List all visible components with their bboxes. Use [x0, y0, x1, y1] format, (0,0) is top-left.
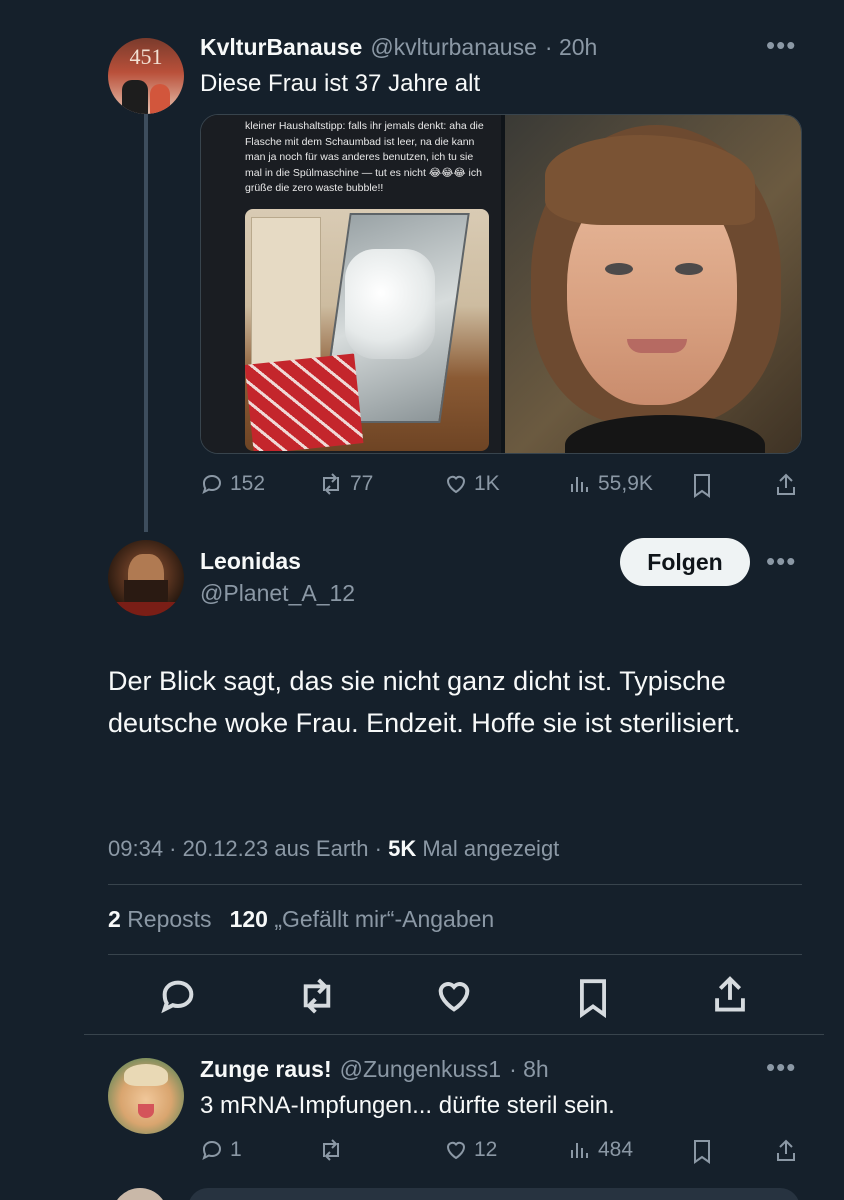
display-name[interactable]: Zunge raus! — [200, 1056, 332, 1083]
views-count: 484 — [598, 1138, 634, 1161]
more-icon[interactable]: ••• — [766, 548, 796, 574]
bookmark-action[interactable] — [690, 1138, 714, 1164]
bookmark-icon — [694, 474, 710, 498]
like-button[interactable] — [434, 976, 474, 1021]
like-icon — [446, 1141, 466, 1160]
repost-action[interactable] — [318, 1138, 350, 1162]
like-count: 12 — [474, 1138, 498, 1161]
screenshot-photo — [245, 209, 489, 451]
engagement-stats: 2 Reposts 120 „Gefällt mir“-Angaben — [108, 906, 494, 933]
reply-icon — [161, 980, 194, 1014]
views-icon — [571, 477, 588, 492]
share-icon — [777, 473, 795, 495]
media-image-screenshot[interactable]: kleiner Haushaltstipp: falls ihr jemals … — [201, 115, 501, 453]
views-icon — [571, 1143, 588, 1158]
views-label: Mal angezeigt — [416, 836, 560, 861]
more-icon[interactable]: ••• — [766, 1054, 796, 1080]
reply-button[interactable] — [158, 976, 198, 1021]
likes-stat[interactable]: 120 „Gefällt mir“-Angaben — [230, 906, 495, 933]
share-action[interactable] — [774, 1138, 798, 1164]
views-action[interactable]: 55,9K — [568, 472, 653, 496]
media-image-portrait[interactable] — [505, 115, 801, 453]
reply-action[interactable]: 1 — [200, 1138, 242, 1162]
handle[interactable]: @Zungenkuss1 — [340, 1056, 501, 1083]
like-count: 1K — [474, 472, 500, 495]
timestamp[interactable]: · 20h — [545, 34, 597, 61]
like-action[interactable]: 12 — [444, 1138, 497, 1162]
reply-count: 1 — [230, 1138, 242, 1161]
timestamp[interactable]: 09:34 · 20.12.23 aus Earth · — [108, 836, 388, 861]
avatar-leonidas[interactable] — [108, 540, 184, 616]
likes-label: „Gefällt mir“-Angaben — [274, 906, 495, 932]
tweet-meta: 09:34 · 20.12.23 aus Earth · 5K Mal ange… — [108, 836, 559, 862]
repost-icon — [323, 473, 339, 495]
follow-button[interactable]: Folgen — [620, 538, 750, 586]
avatar-badge-text: 451 — [129, 44, 163, 69]
tweet-text: 3 mRNA-Impfungen... dürfte steril sein. — [200, 1092, 615, 1119]
likes-count: 120 — [229, 906, 268, 932]
reply-count: 152 — [230, 472, 266, 495]
repost-action[interactable]: 77 — [318, 472, 373, 496]
repost-button[interactable] — [296, 976, 338, 1021]
handle[interactable]: @kvlturbanause — [370, 34, 537, 61]
reply-icon — [202, 474, 222, 494]
divider — [84, 1034, 824, 1035]
bookmark-icon — [580, 979, 606, 1019]
share-button[interactable] — [710, 974, 750, 1021]
bookmark-icon — [694, 1140, 710, 1164]
tweet-text: Der Blick sagt, das sie nicht ganz dicht… — [108, 666, 741, 738]
quoted-tweet-header: KvlturBanause @kvlturbanause · 20h — [200, 34, 597, 61]
views-action[interactable]: 484 — [568, 1138, 633, 1162]
timestamp[interactable]: · 8h — [509, 1056, 549, 1083]
bookmark-action[interactable] — [690, 472, 714, 498]
reposts-stat[interactable]: 2 Reposts — [108, 906, 212, 933]
thread-line — [144, 112, 148, 532]
repost-icon — [323, 1139, 339, 1161]
avatar-kvlturbanause[interactable]: 451 — [108, 38, 184, 114]
views-count: 5K — [388, 836, 417, 861]
more-icon[interactable]: ••• — [766, 32, 796, 58]
like-icon — [446, 475, 466, 494]
divider — [108, 954, 802, 955]
avatar-partial[interactable] — [112, 1188, 168, 1200]
reposts-count: 2 — [108, 906, 121, 932]
reply-icon — [202, 1140, 222, 1160]
compose-reply-field[interactable] — [188, 1188, 800, 1200]
like-action[interactable]: 1K — [444, 472, 500, 496]
reply-tweet-header: Zunge raus! @Zungenkuss1 · 8h — [200, 1056, 549, 1083]
repost-count: 77 — [350, 472, 374, 495]
handle[interactable]: @Planet_A_12 — [200, 580, 355, 607]
share-action[interactable] — [774, 472, 798, 498]
display-name[interactable]: KvlturBanause — [200, 34, 362, 61]
screenshot-caption: kleiner Haushaltstipp: falls ihr jemals … — [245, 120, 484, 194]
divider — [108, 884, 802, 885]
display-name[interactable]: Leonidas — [200, 548, 301, 575]
repost-icon — [303, 978, 331, 1014]
views-count: 55,9K — [598, 472, 653, 495]
bookmark-button[interactable] — [574, 976, 612, 1023]
reply-action[interactable]: 152 — [200, 472, 265, 496]
avatar-zungenkuss[interactable] — [108, 1058, 184, 1134]
like-icon — [438, 982, 470, 1012]
media-grid[interactable]: kleiner Haushaltstipp: falls ihr jemals … — [200, 114, 802, 454]
reposts-label: Reposts — [127, 906, 212, 932]
tweet-text: Diese Frau ist 37 Jahre alt — [200, 70, 481, 97]
share-icon — [715, 976, 745, 1012]
share-icon — [777, 1139, 795, 1161]
